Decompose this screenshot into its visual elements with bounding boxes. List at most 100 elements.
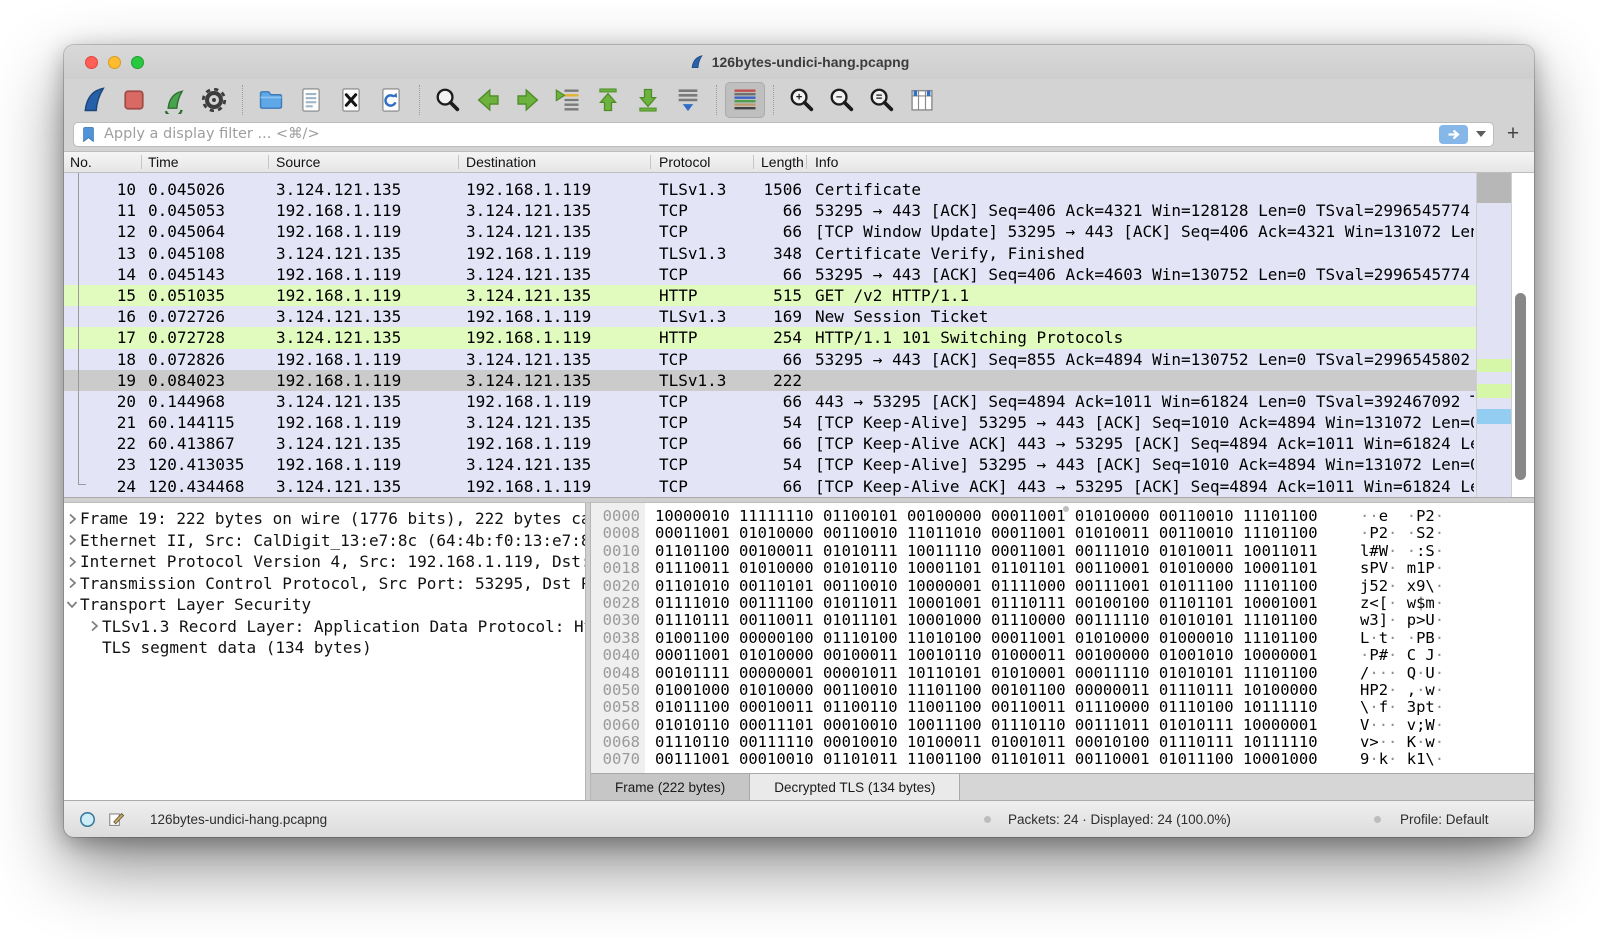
packet-length: 66 <box>704 221 802 242</box>
hex-ascii: V··· v;W· <box>1360 717 1444 734</box>
first-packet-button[interactable] <box>588 82 628 118</box>
packet-row-20[interactable]: 200.1449683.124.121.135192.168.1.119TCP6… <box>64 391 1476 412</box>
chevron-right-icon[interactable] <box>64 556 80 568</box>
packet-row-18[interactable]: 180.072826192.168.1.1193.124.121.135TCP6… <box>64 349 1476 370</box>
detail-line[interactable]: Frame 19: 222 bytes on wire (1776 bits),… <box>64 508 585 530</box>
packet-row-15[interactable]: 150.051035192.168.1.1193.124.121.135HTTP… <box>64 285 1476 306</box>
packet-row-13[interactable]: 130.0451083.124.121.135192.168.1.119TLSv… <box>64 243 1476 264</box>
byte-view-tab-frame[interactable]: Frame (222 bytes) <box>591 774 750 800</box>
zoom-in-button[interactable]: + <box>782 82 822 118</box>
hex-row-0058[interactable]: 005801011100 00010011 01100110 11001100 … <box>591 699 1534 716</box>
column-header-info[interactable]: Info <box>815 154 1115 170</box>
chevron-right-icon[interactable] <box>64 577 80 589</box>
hex-row-0060[interactable]: 006001010110 00011101 00010010 10011100 … <box>591 717 1534 734</box>
next-packet-button[interactable] <box>508 82 548 118</box>
detail-line[interactable]: TLSv1.3 Record Layer: Application Data P… <box>86 616 585 638</box>
column-header-length[interactable]: Length <box>761 154 805 170</box>
hex-row-0040[interactable]: 004000011001 01010000 00100011 10010110 … <box>591 647 1534 664</box>
capture-comment-icon[interactable] <box>107 810 126 829</box>
column-separator[interactable] <box>458 155 459 169</box>
byte-view-tab-decrypted[interactable]: Decrypted TLS (134 bytes) <box>750 774 960 800</box>
previous-packet-button[interactable] <box>468 82 508 118</box>
detail-line-text: Transmission Control Protocol, Src Port:… <box>80 573 585 595</box>
column-header-no[interactable]: No. <box>70 154 130 170</box>
resize-columns-button[interactable] <box>902 82 942 118</box>
zoom-window-button[interactable] <box>131 56 144 69</box>
colorize-packets-button[interactable] <box>725 82 765 118</box>
save-file-button[interactable] <box>291 82 331 118</box>
packet-row-10[interactable]: 100.0450263.124.121.135192.168.1.119TLSv… <box>64 179 1476 200</box>
column-separator[interactable] <box>806 155 807 169</box>
capture-options-button[interactable] <box>194 82 234 118</box>
close-window-button[interactable] <box>85 56 98 69</box>
packet-row-16[interactable]: 160.0727263.124.121.135192.168.1.119TLSv… <box>64 306 1476 327</box>
open-file-button[interactable] <box>251 82 291 118</box>
packet-source: 192.168.1.119 <box>276 221 401 242</box>
hex-row-0038[interactable]: 003801001100 00000100 01110100 11010100 … <box>591 630 1534 647</box>
packet-row-11[interactable]: 110.045053192.168.1.1193.124.121.135TCP6… <box>64 200 1476 221</box>
restart-capture-button[interactable] <box>154 82 194 118</box>
add-filter-button[interactable]: + <box>1501 122 1525 146</box>
packet-no: 24 <box>64 476 136 497</box>
detail-line[interactable]: TLS segment data (134 bytes) <box>86 637 585 659</box>
packet-row-22[interactable]: 2260.4138673.124.121.135192.168.1.119TCP… <box>64 433 1476 454</box>
column-separator[interactable] <box>141 155 142 169</box>
reload-file-button[interactable] <box>371 82 411 118</box>
hex-row-0050[interactable]: 005001001000 01010000 00110010 11101100 … <box>591 682 1534 699</box>
last-packet-button[interactable] <box>628 82 668 118</box>
expert-info-icon[interactable] <box>78 810 97 829</box>
packet-row-19[interactable]: 190.084023192.168.1.1193.124.121.135TLSv… <box>64 370 1476 391</box>
title-bar[interactable]: 126bytes-undici-hang.pcapng <box>64 45 1534 79</box>
hex-row-0010[interactable]: 001001101100 00100011 01010111 10011110 … <box>591 543 1534 560</box>
bookmark-icon[interactable] <box>81 126 96 143</box>
hex-offset: 0050 <box>591 682 640 699</box>
column-separator[interactable] <box>268 155 269 169</box>
column-header-protocol[interactable]: Protocol <box>659 154 749 170</box>
packet-row-23[interactable]: 23120.413035192.168.1.1193.124.121.135TC… <box>64 454 1476 475</box>
chevron-down-icon[interactable] <box>64 599 80 610</box>
chevron-right-icon[interactable] <box>64 513 80 525</box>
packet-row-12[interactable]: 120.045064192.168.1.1193.124.121.135TCP6… <box>64 221 1476 242</box>
packet-row-24[interactable]: 24120.4344683.124.121.135192.168.1.119TC… <box>64 476 1476 497</box>
chevron-right-icon[interactable] <box>86 620 102 632</box>
packet-row-21[interactable]: 2160.144115192.168.1.1193.124.121.135TCP… <box>64 412 1476 433</box>
filter-history-chevron-down-icon[interactable] <box>1476 131 1486 137</box>
detail-line[interactable]: Transport Layer Security <box>64 594 585 616</box>
packet-protocol: TCP <box>659 391 688 412</box>
zoom-reset-button[interactable]: = <box>862 82 902 118</box>
column-separator[interactable] <box>650 155 651 169</box>
hex-row-0000[interactable]: 000010000010 11111110 01100101 00100000 … <box>591 508 1534 525</box>
go-to-packet-button[interactable] <box>548 82 588 118</box>
status-profile[interactable]: Profile: Default <box>1400 812 1489 827</box>
detail-line[interactable]: Transmission Control Protocol, Src Port:… <box>64 573 585 595</box>
hex-row-0008[interactable]: 000800011001 01010000 00110010 11011010 … <box>591 525 1534 542</box>
display-filter-input[interactable]: Apply a display filter ... <⌘/> <box>73 122 1494 147</box>
hex-row-0068[interactable]: 006801110110 00111110 00010010 10100011 … <box>591 734 1534 751</box>
detail-line[interactable]: Internet Protocol Version 4, Src: 192.16… <box>64 551 585 573</box>
packet-row-14[interactable]: 140.045143192.168.1.1193.124.121.135TCP6… <box>64 264 1476 285</box>
detail-line[interactable]: Ethernet II, Src: CalDigit_13:e7:8c (64:… <box>64 530 585 552</box>
column-separator[interactable] <box>753 155 754 169</box>
chevron-right-icon[interactable] <box>64 534 80 546</box>
packet-list-minimap-scrollbar[interactable] <box>1476 173 1512 497</box>
hex-row-0070[interactable]: 007000111001 00010010 01101011 11001100 … <box>591 751 1534 768</box>
hex-row-0018[interactable]: 001801110011 01010000 01010110 10001101 … <box>591 560 1534 577</box>
hex-offset: 0018 <box>591 560 640 577</box>
hex-row-0030[interactable]: 003001110111 00110011 01011101 10001000 … <box>591 612 1534 629</box>
hex-row-0020[interactable]: 002001101010 00110101 00110010 10000001 … <box>591 578 1534 595</box>
minimize-window-button[interactable] <box>108 56 121 69</box>
auto-scroll-button[interactable] <box>668 82 708 118</box>
column-header-time[interactable]: Time <box>148 154 268 170</box>
column-header-destination[interactable]: Destination <box>466 154 646 170</box>
column-header-source[interactable]: Source <box>276 154 456 170</box>
start-capture-button[interactable] <box>74 82 114 118</box>
close-file-button[interactable] <box>331 82 371 118</box>
packet-list-scrollbar-handle[interactable] <box>1515 293 1526 480</box>
zoom-out-button[interactable]: − <box>822 82 862 118</box>
hex-row-0028[interactable]: 002801111010 00111100 01011011 10001001 … <box>591 595 1534 612</box>
packet-row-17[interactable]: 170.0727283.124.121.135192.168.1.119HTTP… <box>64 327 1476 348</box>
find-packet-button[interactable] <box>428 82 468 118</box>
apply-filter-button[interactable] <box>1439 125 1468 144</box>
hex-row-0048[interactable]: 004800101111 00000001 00001011 10110101 … <box>591 665 1534 682</box>
stop-capture-button[interactable] <box>114 82 154 118</box>
